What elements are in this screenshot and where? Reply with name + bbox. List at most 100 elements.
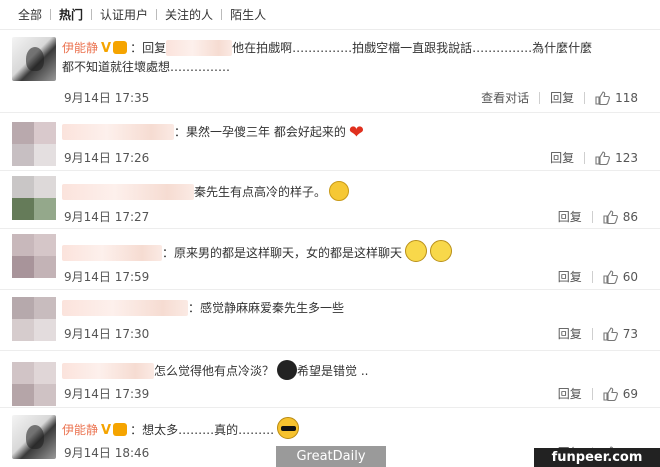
comment-body: 伊能静 V ：想太多………真的……… <box>62 417 640 440</box>
comment-actions: 回复 60 <box>558 268 638 285</box>
comment-text: 秦先生有点高冷的样子。 <box>194 185 327 199</box>
reply-link[interactable]: 回复 <box>550 149 574 166</box>
comment-filter-bar: 全部 热门 认证用户 关注的人 陌生人 <box>0 0 660 30</box>
like-count: 123 <box>615 150 638 165</box>
like-count: 118 <box>615 90 638 105</box>
filter-tab-hot[interactable]: 热门 <box>51 8 91 22</box>
thumbs-up-icon <box>603 209 618 224</box>
comment-item: ：感觉静麻麻爱秦先生多一些 9月14日 17:30 回复 73 <box>0 291 660 351</box>
comment-item: 怎么觉得他有点冷淡？ 希望是错觉 .. 9月14日 17:39 回复 69 <box>0 352 660 408</box>
verified-badge-icon: V <box>101 41 112 56</box>
filter-tab-verified[interactable]: 认证用户 <box>92 8 156 22</box>
comment-item: 秦先生有点高冷的样子。 9月14日 17:27 回复 86 <box>0 172 660 229</box>
avatar[interactable] <box>12 176 56 220</box>
blurred-username <box>62 363 154 379</box>
like-button[interactable]: 118 <box>595 91 638 105</box>
like-count: 73 <box>622 326 638 341</box>
thumbs-up-icon <box>595 90 611 105</box>
avatar[interactable] <box>12 362 56 406</box>
avatar[interactable] <box>12 122 56 166</box>
verified-badge-icon: V <box>101 423 112 438</box>
comment-text: ：感觉静麻麻爱秦先生多一些 <box>188 301 345 315</box>
blurred-username <box>62 300 188 316</box>
comment-body: ：原来男的都是这样聊天，女的都是这样聊天 <box>62 240 640 262</box>
reply-link[interactable]: 回复 <box>558 208 582 225</box>
comment-body: 伊能静 V ：回复 他在拍戲啊……………拍戲空檔一直跟我說話……………為什麼什麼 <box>62 39 640 58</box>
comment-text: ：原来男的都是这样聊天，女的都是这样聊天 <box>162 246 403 260</box>
like-button[interactable]: 73 <box>603 327 638 341</box>
watermark-greatdaily: GreatDaily <box>276 446 386 467</box>
dark-emoji-icon <box>277 360 298 380</box>
comment-text: ：想太多………真的……… <box>130 423 275 437</box>
reply-link[interactable]: 回复 <box>550 89 574 106</box>
grin-emoji-icon <box>405 240 428 262</box>
comment-text-continued: 希望是错觉 .. <box>297 364 369 378</box>
comment-actions: 查看对话 回复 118 <box>481 89 638 106</box>
comment-text-continued: 都不知道就往壞處想…………… <box>62 60 231 74</box>
comment-timestamp: 9月14日 17:27 <box>64 210 150 224</box>
comment-body: ：果然一孕傻三年 都会好起来的 ❤ <box>62 123 640 142</box>
like-button[interactable]: 69 <box>603 387 638 401</box>
comment-item: ：原来男的都是这样聊天，女的都是这样聊天 9月14日 17:59 回复 60 <box>0 230 660 290</box>
like-button[interactable]: 123 <box>595 151 638 165</box>
heart-emoji-icon: ❤ <box>348 122 364 143</box>
comment-timestamp: 9月14日 17:30 <box>64 327 150 341</box>
blurred-username <box>62 184 194 200</box>
avatar[interactable] <box>12 37 56 81</box>
filter-tab-all[interactable]: 全部 <box>18 8 50 22</box>
action-divider <box>584 151 586 164</box>
comment-actions: 回复 73 <box>558 325 638 342</box>
avatar[interactable] <box>12 415 56 459</box>
filter-tab-following[interactable]: 关注的人 <box>157 8 221 22</box>
action-divider <box>591 387 593 400</box>
like-button[interactable]: 60 <box>603 270 638 284</box>
comment-timestamp: 9月14日 18:46 <box>64 446 150 460</box>
thumbs-up-icon <box>603 326 618 341</box>
medal-icon <box>113 41 128 54</box>
like-count: 60 <box>622 269 638 284</box>
action-divider <box>591 270 593 283</box>
medal-icon <box>113 423 128 436</box>
comment-text: 他在拍戲啊……………拍戲空檔一直跟我說話……………為什麼什麼 <box>232 41 593 55</box>
action-divider <box>539 91 541 104</box>
grin-emoji-icon <box>430 240 453 262</box>
username-link[interactable]: 伊能静 <box>62 41 98 55</box>
comment-body: ：感觉静麻麻爱秦先生多一些 <box>62 299 640 317</box>
comment-actions: 回复 123 <box>550 149 638 166</box>
reply-link[interactable]: 回复 <box>558 268 582 285</box>
thumbs-up-icon <box>595 150 611 165</box>
filter-tab-strangers[interactable]: 陌生人 <box>222 8 274 22</box>
comment-timestamp: 9月14日 17:39 <box>64 387 150 401</box>
comment-item: ：果然一孕傻三年 都会好起来的 ❤ 9月14日 17:26 回复 123 <box>0 114 660 171</box>
like-count: 86 <box>622 209 638 224</box>
avatar[interactable] <box>12 234 56 278</box>
comment-timestamp: 9月14日 17:35 <box>64 91 150 105</box>
action-divider <box>591 210 593 223</box>
comment-item: 伊能静 V ：回复 他在拍戲啊……………拍戲空檔一直跟我說話……………為什麼什麼 都不… <box>0 31 660 113</box>
comment-text: ：果然一孕傻三年 都会好起来的 <box>174 125 346 139</box>
thumbs-up-icon <box>603 386 618 401</box>
like-button[interactable]: 86 <box>603 210 638 224</box>
cool-emoji-icon <box>277 417 300 439</box>
username-link[interactable]: 伊能静 <box>62 423 98 437</box>
avatar[interactable] <box>12 297 56 341</box>
comment-actions: 回复 86 <box>558 208 638 225</box>
reply-link[interactable]: 回复 <box>558 325 582 342</box>
blurred-username <box>62 245 162 261</box>
action-divider <box>584 91 586 104</box>
watermark-funpeer: funpeer.com <box>534 448 660 467</box>
comment-text-prefix: ：回复 <box>130 41 167 55</box>
view-thread-link[interactable]: 查看对话 <box>481 89 529 106</box>
comment-actions: 回复 69 <box>558 385 638 402</box>
thumbs-up-icon <box>603 269 618 284</box>
reply-link[interactable]: 回复 <box>558 385 582 402</box>
action-divider <box>591 327 593 340</box>
blurred-username <box>166 40 233 56</box>
blurred-username <box>62 124 174 140</box>
comment-body: 怎么觉得他有点冷淡？ 希望是错觉 .. <box>62 360 640 380</box>
comment-body: 秦先生有点高冷的样子。 <box>62 181 640 201</box>
comment-timestamp: 9月14日 17:26 <box>64 151 150 165</box>
comment-timestamp: 9月14日 17:59 <box>64 270 150 284</box>
like-count: 69 <box>622 386 638 401</box>
laugh-emoji-icon <box>329 181 350 201</box>
